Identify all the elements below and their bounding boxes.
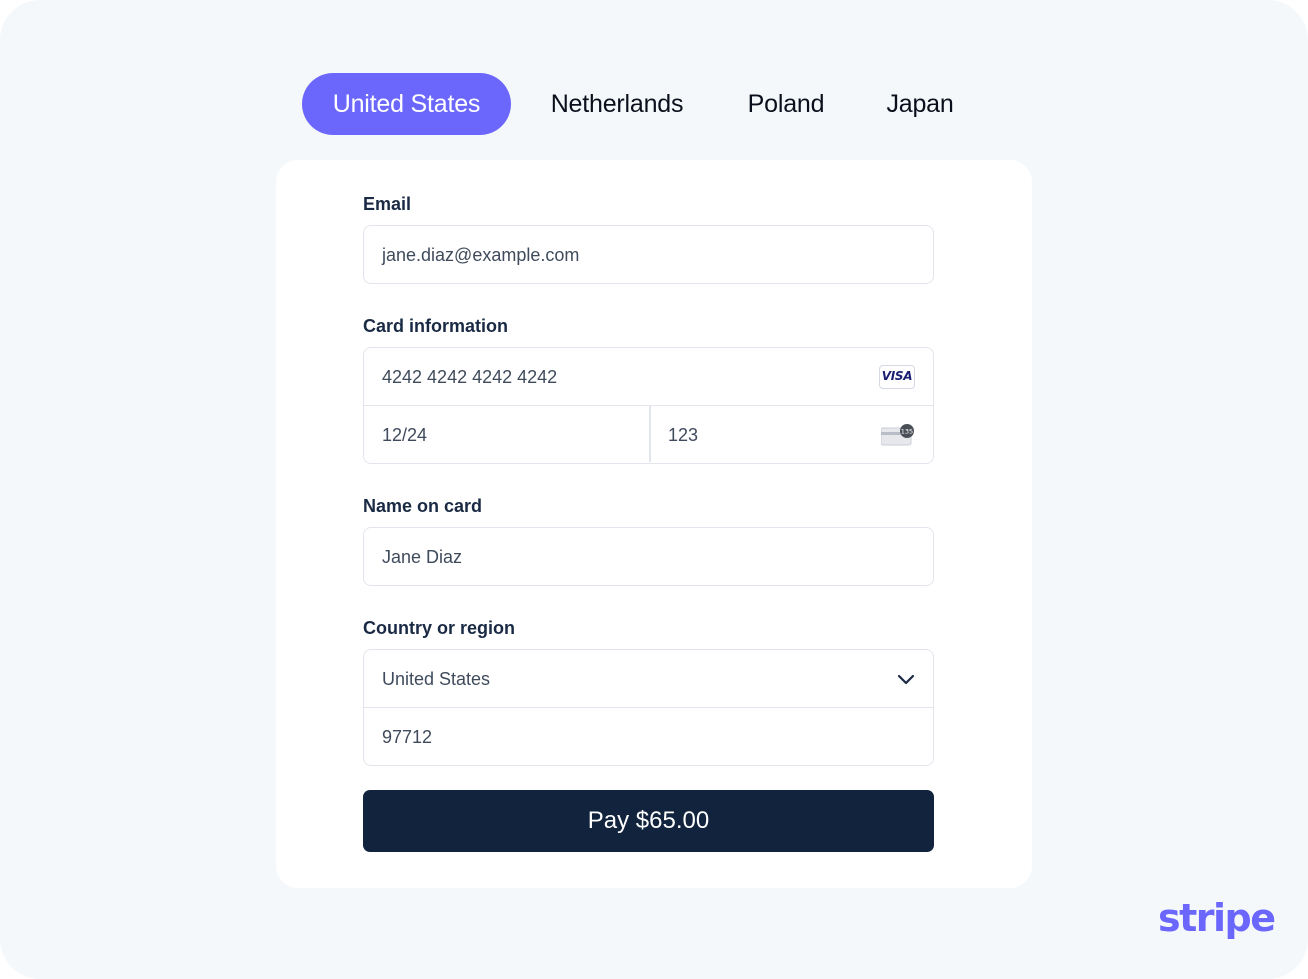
email-label: Email <box>363 194 412 214</box>
expiry-value: 12/24 <box>382 425 428 445</box>
card-number-field[interactable]: 4242 4242 4242 4242 VISA <box>364 348 933 405</box>
card-info-label: Card information <box>363 316 509 336</box>
svg-text:135: 135 <box>901 428 913 436</box>
country-group: United States 97712 <box>363 649 934 766</box>
stripe-logo: stripe <box>1158 896 1276 940</box>
card-details-row: 12/24 123 135 <box>364 405 933 462</box>
country-tabs: United States Netherlands Poland Japan <box>0 73 1308 135</box>
country-select[interactable]: United States <box>364 650 933 707</box>
email-field[interactable]: jane.diaz@example.com <box>363 225 934 284</box>
postal-code-field[interactable]: 97712 <box>364 707 933 764</box>
country-label: Country or region <box>363 618 515 638</box>
card-number-value: 4242 4242 4242 4242 <box>382 367 558 387</box>
tab-united-states[interactable]: United States <box>302 73 511 135</box>
payment-card: Email jane.diaz@example.com Card informa… <box>276 160 1032 888</box>
chevron-down-icon <box>897 674 915 685</box>
tab-netherlands[interactable]: Netherlands <box>530 73 704 135</box>
cvc-value: 123 <box>668 425 699 445</box>
page-background: United States Netherlands Poland Japan E… <box>0 0 1308 979</box>
tab-poland[interactable]: Poland <box>730 73 842 135</box>
pay-button[interactable]: Pay $65.00 <box>363 790 934 852</box>
name-field[interactable]: Jane Diaz <box>363 527 934 586</box>
tab-japan[interactable]: Japan <box>870 73 970 135</box>
cvc-card-icon: 135 <box>881 424 914 446</box>
visa-card-icon: VISA <box>879 365 915 389</box>
card-info-group: 4242 4242 4242 4242 VISA 12/24 123 135 <box>363 347 934 464</box>
cvc-field[interactable]: 123 135 <box>650 406 933 463</box>
postal-code-value: 97712 <box>382 727 433 747</box>
email-value: jane.diaz@example.com <box>382 245 580 265</box>
name-label: Name on card <box>363 496 483 516</box>
country-value: United States <box>382 669 491 689</box>
name-value: Jane Diaz <box>382 547 463 567</box>
expiry-field[interactable]: 12/24 <box>364 406 649 463</box>
